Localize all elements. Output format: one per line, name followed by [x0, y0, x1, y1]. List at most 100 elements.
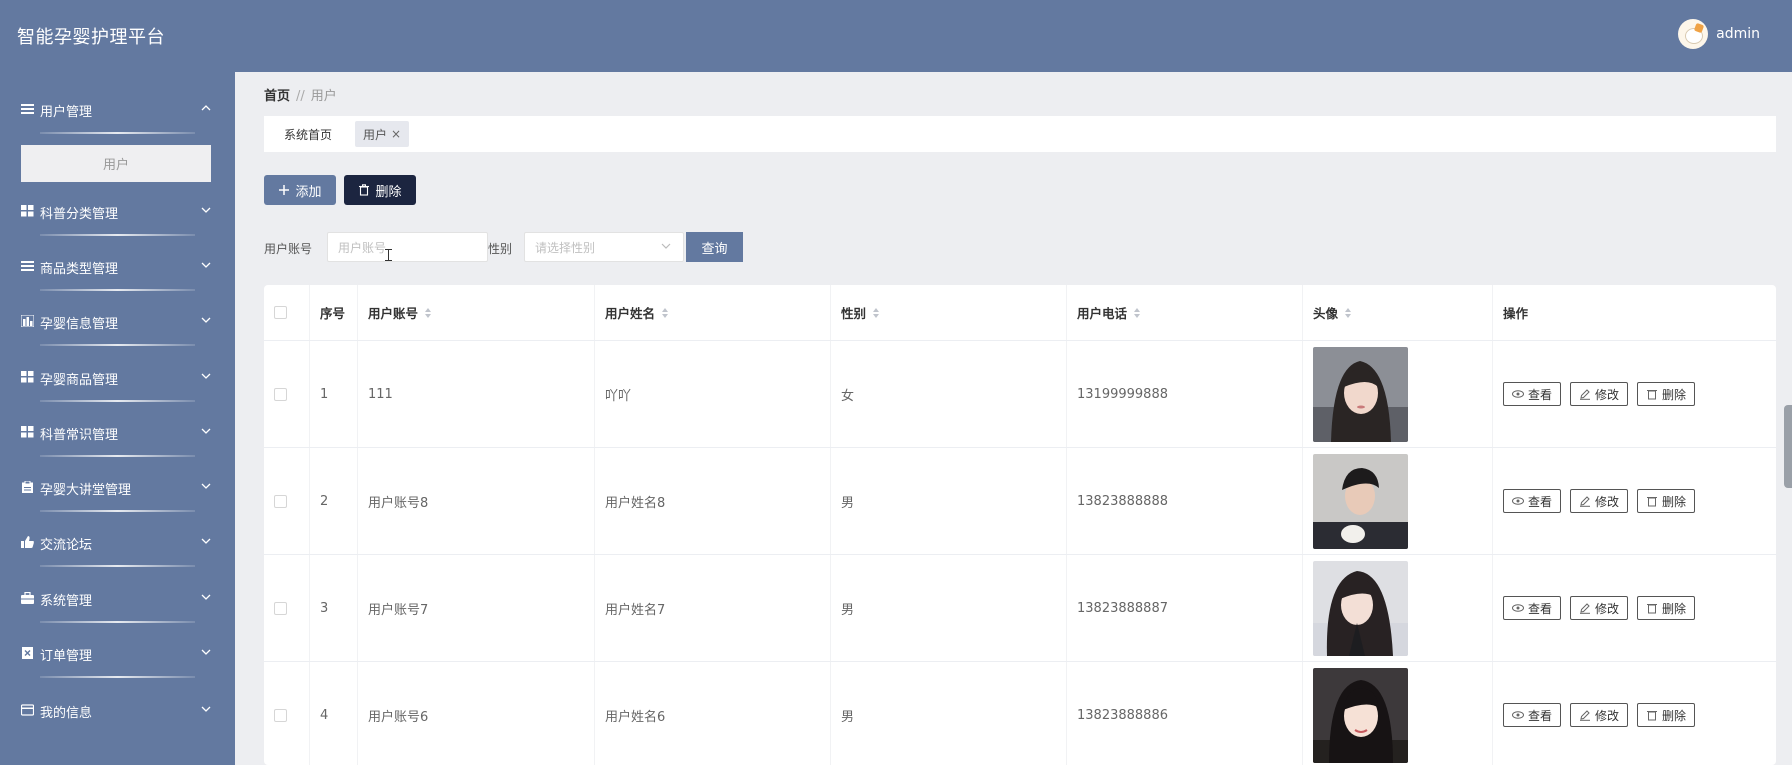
view-button[interactable]: 查看 [1503, 382, 1562, 406]
sidebar-item-user-management[interactable]: 用户管理 [0, 90, 235, 128]
gender-label: 性别 [488, 242, 513, 256]
sidebar-item-my-info[interactable]: 我的信息 [0, 691, 235, 729]
user-name[interactable]: admin [1716, 26, 1760, 42]
menu-divider [40, 565, 195, 567]
sidebar-item-baby-info[interactable]: 孕婴信息管理 [0, 302, 235, 340]
row-select-cell [264, 341, 310, 447]
sort-icon[interactable] [1344, 307, 1352, 319]
briefcase-icon [21, 592, 34, 604]
row-index: 3 [310, 555, 358, 661]
clipboard-icon [22, 481, 33, 493]
header-actions: 操作 [1503, 306, 1529, 321]
edit-button[interactable]: 修改 [1570, 382, 1629, 406]
sidebar-item-science-category[interactable]: 科普分类管理 [0, 192, 235, 230]
select-all-checkbox[interactable] [274, 306, 287, 319]
query-button[interactable]: 查询 [686, 232, 743, 262]
sidebar-item-label: 交流论坛 [40, 538, 93, 553]
row-gender: 女 [831, 341, 1067, 447]
edit-button[interactable]: 修改 [1570, 489, 1629, 513]
breadcrumb-current: 用户 [310, 89, 337, 104]
sort-icon[interactable] [661, 307, 669, 319]
menu-divider [40, 400, 195, 402]
grid-icon [21, 371, 34, 383]
user-avatar[interactable] [1678, 19, 1709, 49]
edit-button[interactable]: 修改 [1570, 596, 1629, 620]
app-title: 智能孕婴护理平台 [17, 27, 165, 48]
tab-users-label: 用户 [363, 127, 388, 142]
account-search-input[interactable]: 用户账号 [327, 232, 488, 262]
row-phone: 13199999888 [1067, 341, 1303, 447]
sidebar-item-forum[interactable]: 交流论坛 [0, 523, 235, 561]
header-name[interactable]: 用户姓名 [595, 285, 831, 340]
row-account: 用户账号6 [358, 662, 595, 765]
edit-label: 修改 [1595, 708, 1620, 723]
breadcrumb-home[interactable]: 首页 [264, 89, 290, 104]
sidebar-item-lecture-hall[interactable]: 孕婴大讲堂管理 [0, 468, 235, 506]
menu-divider [40, 234, 195, 236]
delete-button[interactable]: 删除 [1637, 703, 1696, 727]
sidebar-item-baby-goods[interactable]: 孕婴商品管理 [0, 358, 235, 396]
trash-icon [1647, 604, 1658, 614]
breadcrumb-separator: // [296, 89, 305, 104]
sidebar-item-system[interactable]: 系统管理 [0, 579, 235, 617]
edit-button[interactable]: 修改 [1570, 703, 1629, 727]
header-avatar[interactable]: 头像 [1303, 285, 1493, 340]
user-avatar-image[interactable] [1313, 346, 1408, 442]
row-select-cell [264, 448, 310, 554]
close-icon[interactable]: × [391, 127, 401, 141]
grid-icon [21, 205, 34, 217]
row-checkbox[interactable] [274, 601, 287, 615]
sidebar-subitem-users[interactable]: 用户 [21, 145, 211, 182]
sidebar-item-label: 商品类型管理 [40, 262, 119, 277]
view-button[interactable]: 查看 [1503, 703, 1562, 727]
sidebar: 用户管理 用户 科普分类管理 商品类型管理 孕婴信息管理 孕婴商品管理 科普常识… [0, 72, 235, 765]
header-gender[interactable]: 性别 [831, 285, 1067, 340]
tab-system-home[interactable]: 系统首页 [276, 121, 340, 147]
delete-button[interactable]: 删除 [1637, 596, 1696, 620]
user-avatar-image[interactable] [1313, 667, 1408, 763]
row-avatar-cell [1303, 555, 1493, 661]
sidebar-item-label: 订单管理 [40, 649, 93, 664]
page-scrollbar[interactable] [1784, 405, 1792, 488]
select-all-cell [264, 285, 310, 340]
row-name: 用户姓名6 [595, 662, 831, 765]
edit-icon [1580, 603, 1591, 614]
tab-users[interactable]: 用户 × [355, 121, 410, 147]
sort-icon[interactable] [1133, 307, 1141, 319]
gender-select[interactable]: 请选择性别 [524, 232, 684, 262]
header-account[interactable]: 用户账号 [358, 285, 595, 340]
user-menu[interactable]: admin [1678, 19, 1760, 49]
breadcrumb: 首页 // 用户 [264, 85, 337, 104]
user-avatar-image[interactable] [1313, 453, 1408, 549]
edit-label: 修改 [1595, 494, 1620, 509]
edit-label: 修改 [1595, 601, 1620, 616]
eye-icon [1512, 604, 1524, 612]
sidebar-item-goods-type[interactable]: 商品类型管理 [0, 247, 235, 285]
row-checkbox[interactable] [274, 387, 287, 401]
batch-delete-label: 删除 [375, 184, 402, 200]
row-index: 4 [310, 662, 358, 765]
eye-icon [1512, 497, 1524, 505]
sidebar-item-science-knowledge[interactable]: 科普常识管理 [0, 413, 235, 451]
sort-icon[interactable] [872, 307, 880, 319]
delete-button[interactable]: 删除 [1637, 489, 1696, 513]
grid-icon [21, 426, 34, 438]
tabs-bar: 系统首页 用户 × [264, 116, 1776, 152]
chevron-down-icon [201, 373, 211, 379]
sort-icon[interactable] [424, 307, 432, 319]
row-actions: 查看 修改 删除 [1493, 662, 1776, 765]
header-phone[interactable]: 用户电话 [1067, 285, 1303, 340]
delete-button[interactable]: 删除 [1637, 382, 1696, 406]
chevron-down-icon [201, 317, 211, 323]
add-button[interactable]: 添加 [264, 175, 336, 205]
row-checkbox[interactable] [274, 494, 287, 508]
sidebar-item-orders[interactable]: 订单管理 [0, 634, 235, 672]
batch-delete-button[interactable]: 删除 [344, 175, 416, 205]
row-avatar-cell [1303, 448, 1493, 554]
row-checkbox[interactable] [274, 708, 287, 722]
view-button[interactable]: 查看 [1503, 489, 1562, 513]
table-row: 1 111 吖吖 女 13199999888 查看 修改 删除 [264, 341, 1776, 448]
view-button[interactable]: 查看 [1503, 596, 1562, 620]
user-avatar-image[interactable] [1313, 560, 1408, 656]
chevron-down-icon [201, 706, 211, 712]
